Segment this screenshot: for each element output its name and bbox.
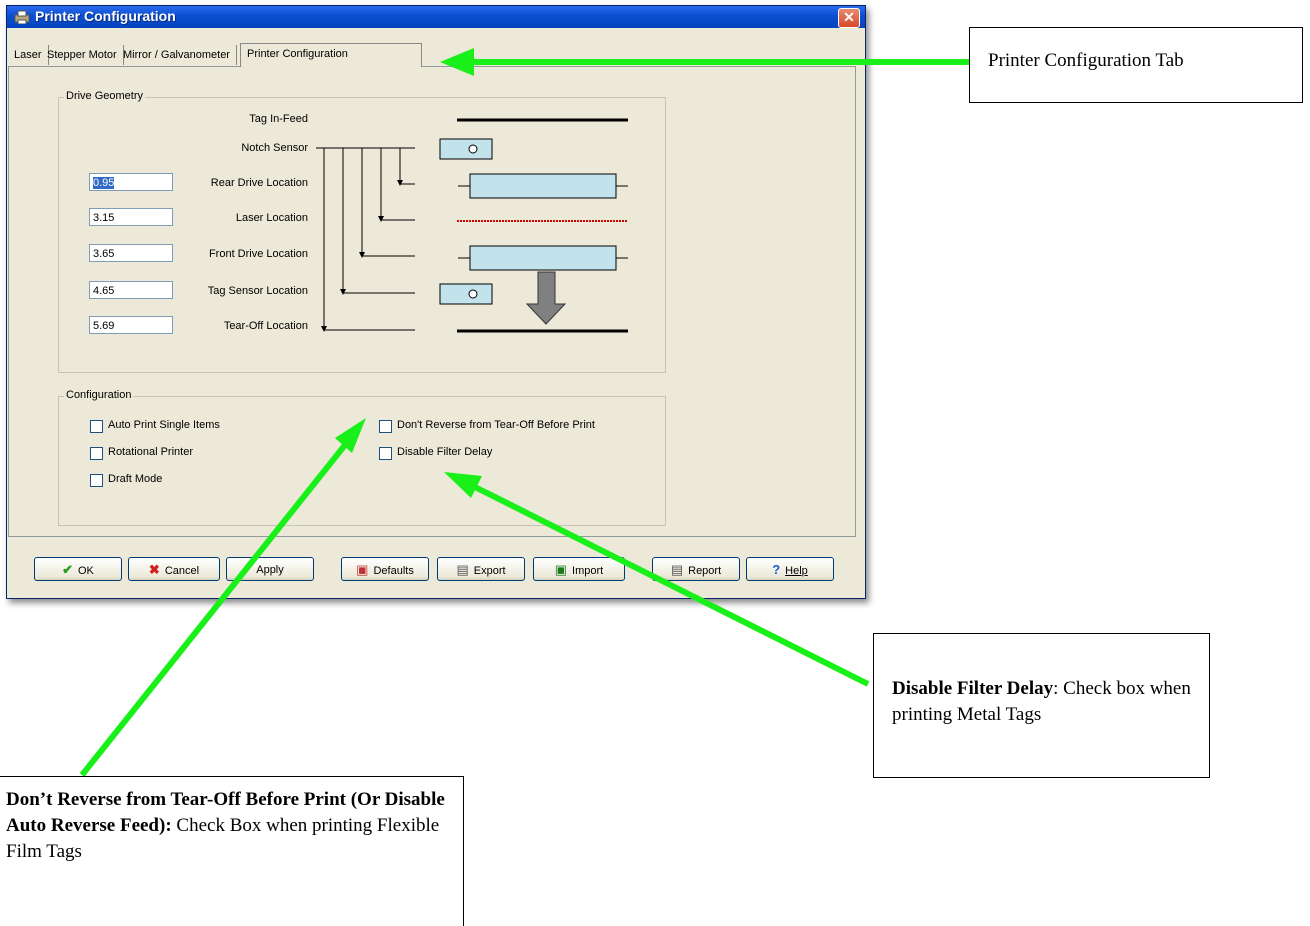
reverse-callout: Don’t Reverse from Tear-Off Before Print… — [0, 776, 464, 926]
tab-callout: Printer Configuration Tab — [969, 27, 1303, 103]
filter-delay-callout: Disable Filter Delay: Check box when pri… — [873, 633, 1210, 778]
